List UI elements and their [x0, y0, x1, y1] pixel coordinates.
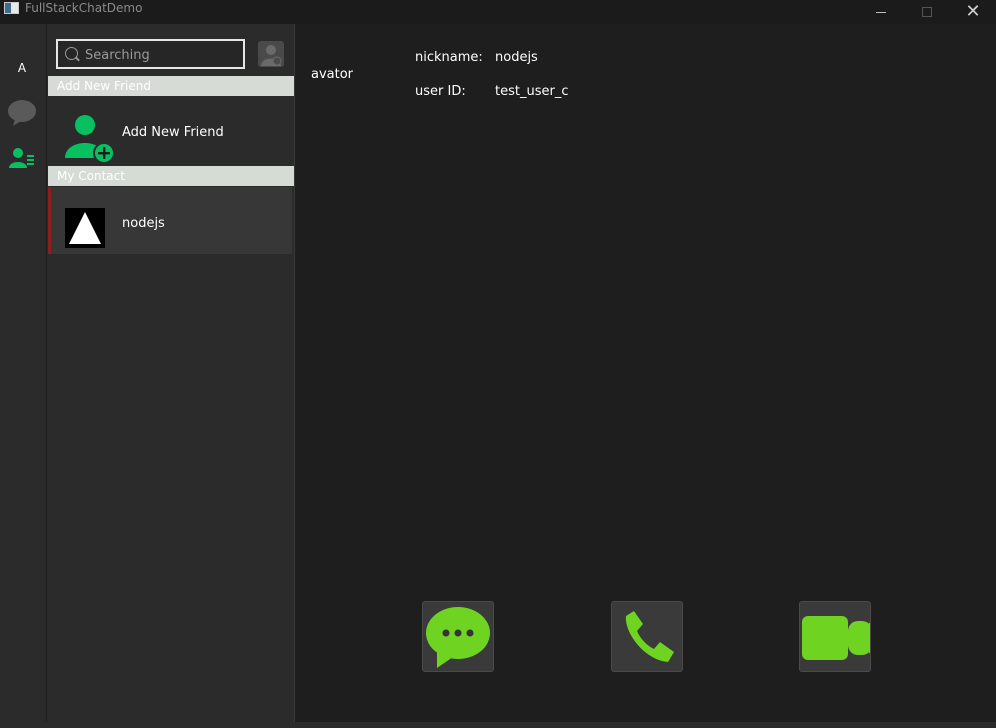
- nav-chat-button[interactable]: [7, 98, 37, 128]
- message-bubble-icon: [426, 607, 490, 668]
- search-input[interactable]: [85, 45, 235, 65]
- side-nav: A: [0, 24, 46, 728]
- add-new-friend-item[interactable]: Add New Friend: [48, 96, 294, 166]
- minimize-button[interactable]: [858, 0, 904, 24]
- add-user-icon: [261, 45, 282, 66]
- contact-name: nodejs: [122, 216, 165, 231]
- minimize-icon: [876, 11, 886, 13]
- contact-panel: Add New Friend Add New Friend My Contact…: [47, 24, 295, 722]
- phone-icon: [625, 611, 674, 662]
- user-id-value: test_user_c: [495, 84, 569, 99]
- add-user-button[interactable]: [258, 41, 284, 67]
- contact-item-nodejs[interactable]: nodejs: [48, 187, 292, 254]
- send-message-button[interactable]: [422, 601, 494, 672]
- nav-contacts-button[interactable]: [8, 146, 36, 170]
- window-bottom-edge: [0, 722, 996, 728]
- contact-detail: avator nickname: nodejs user ID: test_us…: [296, 24, 996, 724]
- add-friend-icon: [65, 115, 115, 164]
- video-camera-icon: [802, 616, 870, 660]
- app-window: FullStackChatDemo ✕ A Searching Add New …: [0, 0, 996, 728]
- close-icon: ✕: [965, 1, 981, 22]
- chat-bubble-icon: [8, 100, 36, 126]
- maximize-button[interactable]: [904, 0, 950, 24]
- section-header-add-new-friend: Add New Friend: [48, 76, 294, 96]
- window-title: FullStackChatDemo: [25, 1, 143, 15]
- section-header-my-contact: My Contact: [48, 166, 294, 186]
- app-icon: [4, 2, 19, 14]
- user-id-label: user ID:: [415, 84, 466, 99]
- user-avatar[interactable]: A: [12, 61, 32, 79]
- voice-call-button[interactable]: [611, 601, 683, 672]
- contact-list-icon: [9, 148, 34, 168]
- contact-avatar: [65, 208, 105, 248]
- close-button[interactable]: ✕: [950, 0, 996, 24]
- nickname-value: nodejs: [495, 50, 538, 65]
- search-icon: [65, 47, 78, 60]
- maximize-icon: [922, 7, 932, 17]
- nickname-label: nickname:: [415, 50, 483, 65]
- title-bar: FullStackChatDemo ✕: [0, 0, 996, 24]
- search-box: [56, 39, 245, 69]
- video-call-button[interactable]: [799, 601, 871, 672]
- avatar-label: avator: [311, 67, 354, 82]
- add-new-friend-label: Add New Friend: [122, 125, 224, 140]
